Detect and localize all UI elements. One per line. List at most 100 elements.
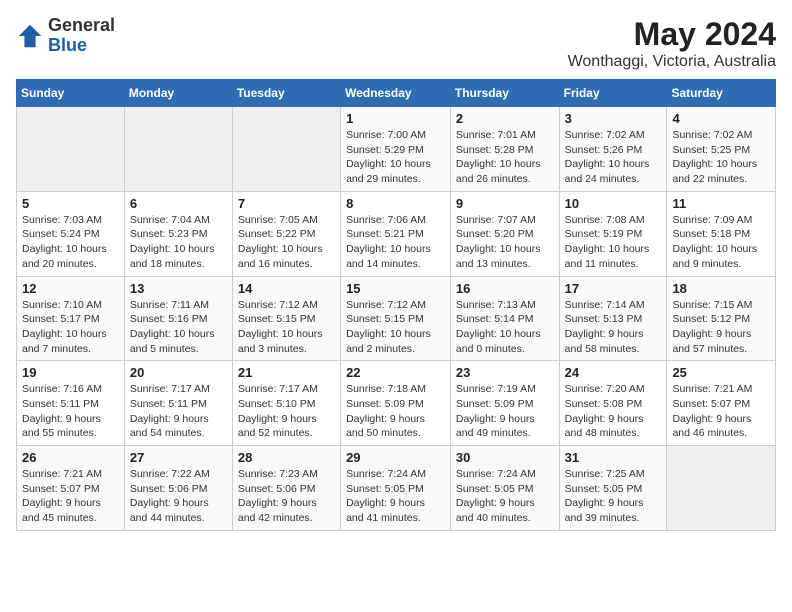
logo: General Blue <box>16 16 115 56</box>
calendar-cell: 9Sunrise: 7:07 AMSunset: 5:20 PMDaylight… <box>450 191 559 276</box>
calendar-cell: 22 Sunrise: 7:18 AMSunset: 5:09 PMDayligh… <box>341 361 451 446</box>
title-block: May 2024 Wonthaggi, Victoria, Australia <box>568 16 776 71</box>
cell-date: 28 <box>238 450 335 465</box>
calendar-cell: 2 Sunrise: 7:01 AMSunset: 5:28 PMDaylight… <box>450 107 559 192</box>
cell-info: Sunrise: 7:02 AMSunset: 5:26 PMDaylight:… <box>565 128 662 187</box>
calendar-cell: 8 Sunrise: 7:06 AMSunset: 5:21 PMDaylight… <box>341 191 451 276</box>
calendar-cell: 30 Sunrise: 7:24 AMSunset: 5:05 PMDayligh… <box>450 446 559 531</box>
weekday-header-tuesday: Tuesday <box>232 80 340 107</box>
calendar-cell: 21 Sunrise: 7:17 AMSunset: 5:10 PMDayligh… <box>232 361 340 446</box>
calendar-cell: 6Sunrise: 7:04 AMSunset: 5:23 PMDaylight… <box>124 191 232 276</box>
cell-info: Sunrise: 7:17 AMSunset: 5:11 PMDaylight:… <box>130 382 227 441</box>
page-header: General Blue May 2024 Wonthaggi, Victori… <box>16 16 776 71</box>
weekday-header-row: SundayMondayTuesdayWednesdayThursdayFrid… <box>17 80 776 107</box>
calendar-cell: 19 Sunrise: 7:16 AMSunset: 5:11 PMDayligh… <box>17 361 125 446</box>
calendar-cell: 12Sunrise: 7:10 AMSunset: 5:17 PMDayligh… <box>17 276 125 361</box>
cell-date: 25 <box>672 365 770 380</box>
logo-icon <box>16 22 44 50</box>
calendar-cell: 16Sunrise: 7:13 AMSunset: 5:14 PMDayligh… <box>450 276 559 361</box>
cell-date: 23 <box>456 365 554 380</box>
cell-date: 21 <box>238 365 335 380</box>
calendar-cell: 20 Sunrise: 7:17 AMSunset: 5:11 PMDayligh… <box>124 361 232 446</box>
cell-date: 13 <box>130 281 227 296</box>
cell-info: Sunrise: 7:05 AMSunset: 5:22 PMDaylight:… <box>238 213 335 272</box>
cell-info: Sunrise: 7:11 AMSunset: 5:16 PMDaylight:… <box>130 298 227 357</box>
page-title: May 2024 <box>568 16 776 53</box>
cell-date: 19 <box>22 365 119 380</box>
cell-info: Sunrise: 7:12 AMSunset: 5:15 PMDaylight:… <box>238 298 335 357</box>
calendar-cell: 3 Sunrise: 7:02 AMSunset: 5:26 PMDaylight… <box>559 107 667 192</box>
weekday-header-wednesday: Wednesday <box>341 80 451 107</box>
cell-date: 6 <box>130 196 227 211</box>
cell-date: 4 <box>672 111 770 126</box>
cell-info: Sunrise: 7:16 AMSunset: 5:11 PMDaylight:… <box>22 382 119 441</box>
cell-date: 3 <box>565 111 662 126</box>
cell-info: Sunrise: 7:18 AMSunset: 5:09 PMDaylight:… <box>346 382 445 441</box>
calendar-cell <box>232 107 340 192</box>
cell-info: Sunrise: 7:24 AMSunset: 5:05 PMDaylight:… <box>456 467 554 526</box>
logo-text: General Blue <box>48 16 115 56</box>
cell-info: Sunrise: 7:21 AMSunset: 5:07 PMDaylight:… <box>22 467 119 526</box>
weekday-header-saturday: Saturday <box>667 80 776 107</box>
calendar-cell: 31 Sunrise: 7:25 AMSunset: 5:05 PMDayligh… <box>559 446 667 531</box>
cell-info: Sunrise: 7:15 AMSunset: 5:12 PMDaylight:… <box>672 298 770 357</box>
cell-date: 20 <box>130 365 227 380</box>
cell-info: Sunrise: 7:13 AMSunset: 5:14 PMDaylight:… <box>456 298 554 357</box>
cell-info: Sunrise: 7:12 AMSunset: 5:15 PMDaylight:… <box>346 298 445 357</box>
cell-info: Sunrise: 7:02 AMSunset: 5:25 PMDaylight:… <box>672 128 770 187</box>
cell-date: 11 <box>672 196 770 211</box>
cell-date: 30 <box>456 450 554 465</box>
cell-info: Sunrise: 7:20 AMSunset: 5:08 PMDaylight:… <box>565 382 662 441</box>
weekday-header-sunday: Sunday <box>17 80 125 107</box>
cell-date: 5 <box>22 196 119 211</box>
calendar-cell: 29 Sunrise: 7:24 AMSunset: 5:05 PMDayligh… <box>341 446 451 531</box>
calendar-cell: 27Sunrise: 7:22 AMSunset: 5:06 PMDayligh… <box>124 446 232 531</box>
cell-date: 24 <box>565 365 662 380</box>
calendar-cell: 1 Sunrise: 7:00 AMSunset: 5:29 PMDaylight… <box>341 107 451 192</box>
week-row-3: 12Sunrise: 7:10 AMSunset: 5:17 PMDayligh… <box>17 276 776 361</box>
calendar-cell: 15 Sunrise: 7:12 AMSunset: 5:15 PMDayligh… <box>341 276 451 361</box>
calendar-cell: 10Sunrise: 7:08 AMSunset: 5:19 PMDayligh… <box>559 191 667 276</box>
cell-date: 1 <box>346 111 445 126</box>
cell-date: 2 <box>456 111 554 126</box>
cell-date: 22 <box>346 365 445 380</box>
weekday-header-friday: Friday <box>559 80 667 107</box>
cell-info: Sunrise: 7:25 AMSunset: 5:05 PMDaylight:… <box>565 467 662 526</box>
week-row-5: 26Sunrise: 7:21 AMSunset: 5:07 PMDayligh… <box>17 446 776 531</box>
calendar-cell: 28 Sunrise: 7:23 AMSunset: 5:06 PMDayligh… <box>232 446 340 531</box>
cell-date: 8 <box>346 196 445 211</box>
cell-info: Sunrise: 7:24 AMSunset: 5:05 PMDaylight:… <box>346 467 445 526</box>
cell-info: Sunrise: 7:17 AMSunset: 5:10 PMDaylight:… <box>238 382 335 441</box>
cell-date: 10 <box>565 196 662 211</box>
calendar-cell <box>667 446 776 531</box>
calendar-table: SundayMondayTuesdayWednesdayThursdayFrid… <box>16 79 776 531</box>
cell-date: 31 <box>565 450 662 465</box>
cell-date: 29 <box>346 450 445 465</box>
cell-date: 18 <box>672 281 770 296</box>
cell-info: Sunrise: 7:10 AMSunset: 5:17 PMDaylight:… <box>22 298 119 357</box>
calendar-cell: 13 Sunrise: 7:11 AMSunset: 5:16 PMDayligh… <box>124 276 232 361</box>
calendar-cell: 26Sunrise: 7:21 AMSunset: 5:07 PMDayligh… <box>17 446 125 531</box>
cell-info: Sunrise: 7:06 AMSunset: 5:21 PMDaylight:… <box>346 213 445 272</box>
cell-info: Sunrise: 7:09 AMSunset: 5:18 PMDaylight:… <box>672 213 770 272</box>
weekday-header-monday: Monday <box>124 80 232 107</box>
cell-info: Sunrise: 7:21 AMSunset: 5:07 PMDaylight:… <box>672 382 770 441</box>
calendar-cell: 14Sunrise: 7:12 AMSunset: 5:15 PMDayligh… <box>232 276 340 361</box>
weekday-header-thursday: Thursday <box>450 80 559 107</box>
cell-info: Sunrise: 7:14 AMSunset: 5:13 PMDaylight:… <box>565 298 662 357</box>
calendar-cell: 25 Sunrise: 7:21 AMSunset: 5:07 PMDayligh… <box>667 361 776 446</box>
calendar-cell: 24 Sunrise: 7:20 AMSunset: 5:08 PMDayligh… <box>559 361 667 446</box>
week-row-2: 5 Sunrise: 7:03 AMSunset: 5:24 PMDaylight… <box>17 191 776 276</box>
page-subtitle: Wonthaggi, Victoria, Australia <box>568 53 776 71</box>
cell-info: Sunrise: 7:19 AMSunset: 5:09 PMDaylight:… <box>456 382 554 441</box>
cell-info: Sunrise: 7:03 AMSunset: 5:24 PMDaylight:… <box>22 213 119 272</box>
cell-date: 7 <box>238 196 335 211</box>
cell-info: Sunrise: 7:00 AMSunset: 5:29 PMDaylight:… <box>346 128 445 187</box>
calendar-cell: 11 Sunrise: 7:09 AMSunset: 5:18 PMDayligh… <box>667 191 776 276</box>
cell-info: Sunrise: 7:23 AMSunset: 5:06 PMDaylight:… <box>238 467 335 526</box>
cell-info: Sunrise: 7:01 AMSunset: 5:28 PMDaylight:… <box>456 128 554 187</box>
cell-date: 15 <box>346 281 445 296</box>
calendar-cell: 5 Sunrise: 7:03 AMSunset: 5:24 PMDaylight… <box>17 191 125 276</box>
week-row-1: 1 Sunrise: 7:00 AMSunset: 5:29 PMDaylight… <box>17 107 776 192</box>
calendar-cell <box>124 107 232 192</box>
